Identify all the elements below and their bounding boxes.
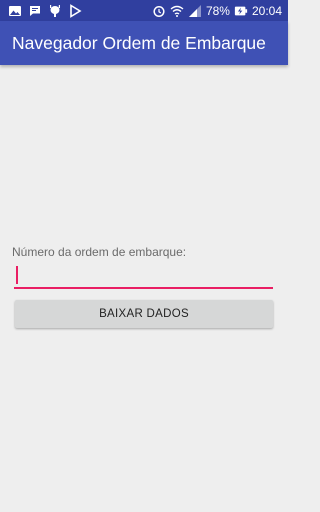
signal-icon [188, 4, 202, 18]
status-bar: 78% 20:04 [0, 0, 288, 21]
order-number-label: Número da ordem de embarque: [12, 245, 187, 259]
app-title: Navegador Ordem de Embarque [12, 32, 266, 53]
play-store-icon [68, 3, 82, 18]
alarm-icon [152, 4, 166, 18]
battery-charging-icon [234, 4, 248, 18]
clock: 20:04 [251, 3, 282, 18]
main-content: Número da ordem de embarque: BAIXAR DADO… [0, 65, 288, 512]
download-data-button[interactable]: BAIXAR DADOS [15, 300, 273, 328]
text-cursor [16, 266, 18, 284]
wifi-icon [170, 4, 184, 18]
battery-percentage: 78% [205, 3, 230, 18]
chat-icon [28, 4, 42, 18]
status-bar-system: 78% 20:04 [152, 4, 282, 18]
usb-debug-icon [48, 4, 62, 18]
image-icon [8, 4, 22, 18]
app-bar: Navegador Ordem de Embarque [0, 21, 288, 65]
order-number-input[interactable] [14, 263, 273, 287]
order-number-field-container [14, 263, 273, 289]
status-bar-notifications [8, 3, 82, 18]
